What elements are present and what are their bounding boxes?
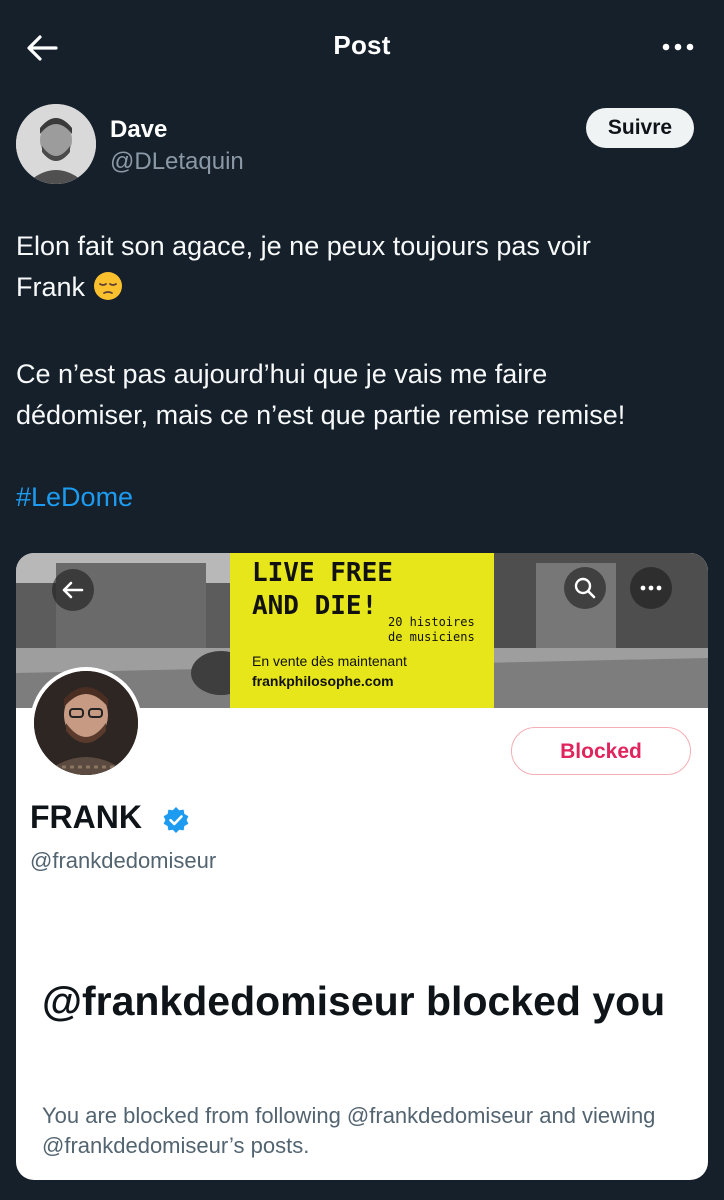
profile-avatar xyxy=(30,667,142,779)
author-handle[interactable]: @DLetaquin xyxy=(110,148,244,176)
tweet-line: Ce n’est pas aujourd’hui que je vais me … xyxy=(16,359,548,389)
arrow-left-icon xyxy=(62,581,84,599)
avatar-photo xyxy=(16,104,96,184)
page-title: Post xyxy=(333,30,391,60)
tweet-line: dédomiser, mais ce n’est que partie remi… xyxy=(16,400,626,430)
embed-more-button xyxy=(630,567,672,609)
search-icon xyxy=(574,577,596,599)
tweet-text: Elon fait son agace, je ne peux toujours… xyxy=(16,226,706,518)
pensive-face-emoji xyxy=(93,271,123,313)
blocked-button: Blocked xyxy=(511,727,691,775)
poster-title: LIVE FREE AND DIE! xyxy=(252,558,393,621)
more-button[interactable] xyxy=(658,30,698,66)
blocked-heading: @frankdedomiseur blocked you xyxy=(42,978,666,1024)
verified-badge-icon xyxy=(163,807,189,833)
embed-back-button xyxy=(52,569,94,611)
tweet-line-text: Frank xyxy=(16,272,86,302)
author-name[interactable]: Dave xyxy=(110,116,167,144)
embed-search-button xyxy=(564,567,606,609)
more-horizontal-icon xyxy=(662,43,694,51)
poster-subtitle: 20 histoires de musiciens xyxy=(388,615,475,644)
top-bar: Post xyxy=(0,0,724,94)
tweet-line: Frank xyxy=(16,267,706,313)
poster-sale-text: En vente dès maintenant xyxy=(252,653,407,669)
embedded-image[interactable]: LIVE FREE AND DIE! 20 histoires de music… xyxy=(16,553,708,1180)
author-row: Dave @DLetaquin Suivre xyxy=(16,104,708,188)
profile-avatar-photo xyxy=(34,671,138,775)
author-avatar[interactable] xyxy=(16,104,96,184)
hashtag-link[interactable]: #LeDome xyxy=(16,482,133,512)
blocked-description: You are blocked from following @frankded… xyxy=(42,1103,656,1158)
tweet-line: Elon fait son agace, je ne peux toujours… xyxy=(16,231,591,261)
profile-name: FRANK xyxy=(30,799,142,835)
banner-poster: LIVE FREE AND DIE! 20 histoires de music… xyxy=(230,553,494,708)
follow-button[interactable]: Suivre xyxy=(586,108,694,148)
poster-site-text: frankphilosophe.com xyxy=(252,673,394,689)
profile-handle: @frankdedomiseur xyxy=(30,848,217,873)
more-horizontal-icon xyxy=(640,585,662,591)
